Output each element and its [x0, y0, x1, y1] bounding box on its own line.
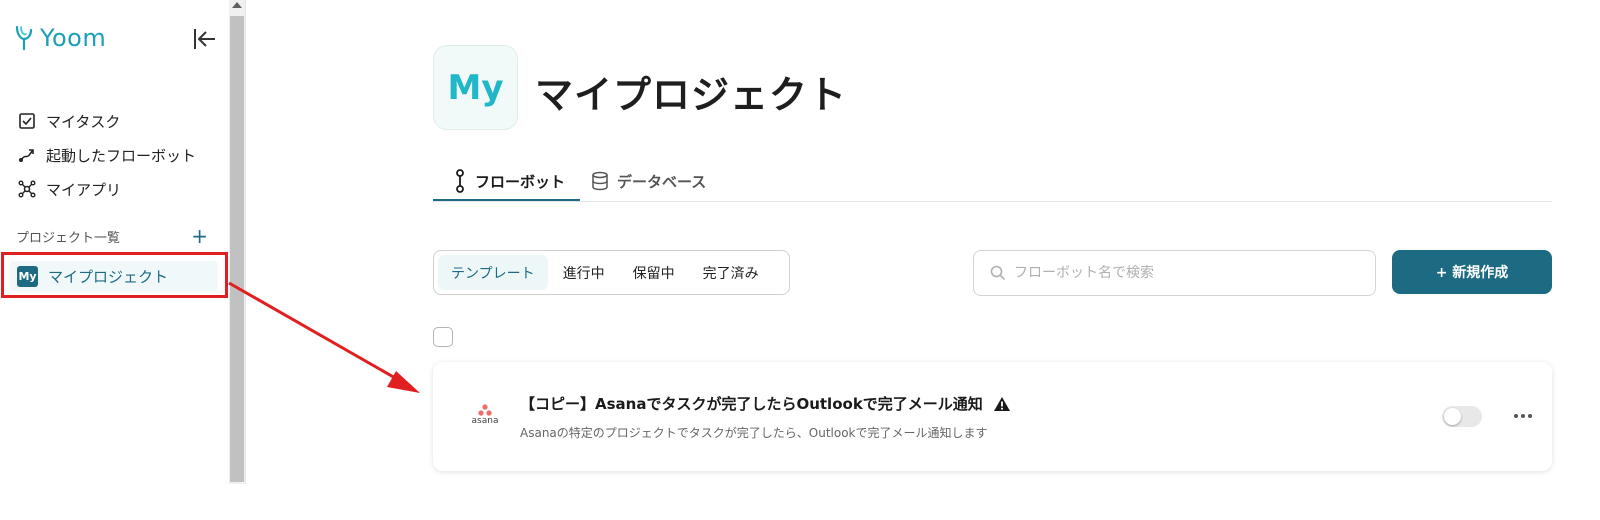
flowbot-icon	[456, 169, 464, 193]
status-filter-group: テンプレート 進行中 保留中 完了済み	[433, 250, 790, 295]
collapse-sidebar-button[interactable]	[192, 26, 218, 52]
scroll-up-arrow-icon[interactable]	[232, 2, 242, 8]
checkbox-icon	[19, 113, 35, 129]
filter-completed[interactable]: 完了済み	[690, 255, 772, 290]
flow-title: 【コピー】Asanaでタスクが完了したらOutlookで完了メール通知	[520, 395, 983, 413]
projects-heading: プロジェクト一覧 +	[16, 226, 208, 246]
scroll-thumb[interactable]	[230, 16, 244, 482]
sidebar-item-label: マイアプリ	[46, 180, 122, 199]
search-box	[973, 250, 1376, 296]
tab-database[interactable]: データベース	[591, 160, 706, 202]
create-new-button[interactable]: + 新規作成	[1392, 250, 1552, 294]
sidebar-item-label: マイタスク	[46, 112, 121, 131]
sidebar: Yoom マイタスク 起動したフローボット マイアプリ プロジェクト一覧 + M…	[0, 0, 234, 490]
flow-arrow-icon	[19, 149, 34, 162]
database-icon	[592, 171, 608, 191]
search-input[interactable]	[1014, 265, 1354, 281]
sidebar-item-label: 起動したフローボット	[46, 146, 197, 165]
warning-icon	[993, 396, 1010, 411]
tab-label: フローボット	[475, 172, 566, 191]
sidebar-item-my-tasks[interactable]: マイタスク	[18, 104, 196, 138]
page-title: マイプロジェクト	[535, 73, 848, 117]
tab-bar: フローボット データベース	[433, 150, 1552, 202]
flow-enable-toggle[interactable]	[1442, 406, 1482, 427]
active-tab-indicator	[433, 199, 580, 201]
filter-template[interactable]: テンプレート	[438, 255, 548, 290]
collapse-left-icon	[194, 29, 215, 49]
sidebar-nav: マイタスク 起動したフローボット マイアプリ	[18, 104, 196, 206]
asana-logo-text: asana	[471, 416, 499, 426]
flow-card-title[interactable]: 【コピー】Asanaでタスクが完了したらOutlookで完了メール通知	[520, 393, 1011, 414]
flow-description: Asanaの特定のプロジェクトでタスクが完了したら、Outlookで完了メール通…	[520, 426, 988, 440]
sidebar-divider	[245, 0, 246, 484]
asana-logo-icon	[478, 404, 492, 416]
projects-heading-label: プロジェクト一覧	[16, 230, 121, 246]
flow-card[interactable]: asana 【コピー】Asanaでタスクが完了したらOutlookで完了メール通…	[433, 362, 1552, 471]
filter-on-hold[interactable]: 保留中	[620, 255, 688, 290]
annotation-highlight-box	[1, 252, 228, 298]
search-icon	[990, 265, 1006, 281]
add-project-button[interactable]: +	[191, 226, 208, 246]
select-all-checkbox[interactable]	[433, 327, 453, 347]
logo-text: Yoom	[40, 24, 107, 52]
asana-logo: asana	[469, 404, 501, 428]
sidebar-item-launched-flows[interactable]: 起動したフローボット	[18, 138, 196, 172]
apps-hub-icon	[18, 180, 36, 198]
sidebar-item-my-apps[interactable]: マイアプリ	[18, 172, 196, 206]
tab-flowbot[interactable]: フローボット	[453, 160, 565, 202]
project-avatar: My	[433, 45, 518, 130]
yoom-logo-icon	[15, 25, 33, 51]
more-options-button[interactable]	[1510, 404, 1536, 428]
tab-label: データベース	[617, 172, 707, 191]
sidebar-scrollbar[interactable]	[229, 0, 245, 484]
filter-in-progress[interactable]: 進行中	[550, 255, 618, 290]
yoom-logo[interactable]: Yoom	[14, 24, 106, 52]
toggle-knob	[1444, 408, 1461, 425]
more-horizontal-icon	[1514, 414, 1532, 418]
